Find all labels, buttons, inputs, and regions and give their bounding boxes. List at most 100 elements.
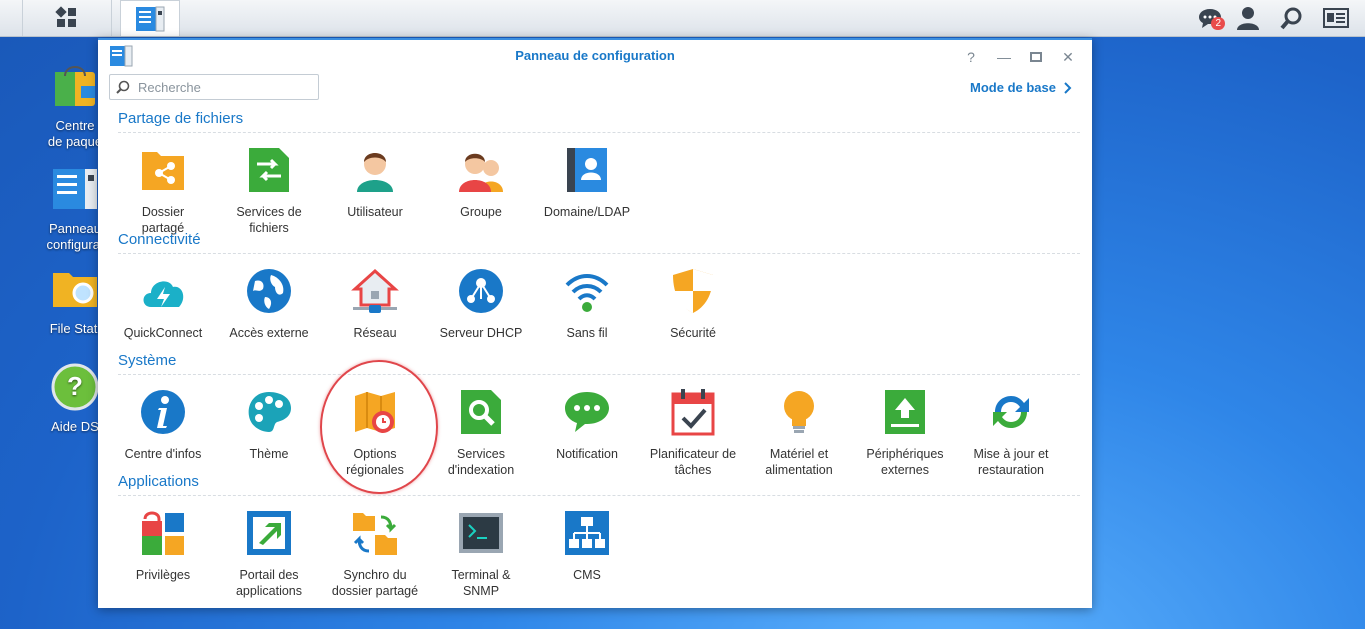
item-label: Matériel et [769, 447, 829, 461]
user-icon [1237, 7, 1259, 30]
search-input[interactable] [136, 78, 310, 96]
window-titlebar[interactable]: Panneau de configuration ? — ✕ [98, 40, 1092, 74]
address-book-icon [567, 148, 607, 192]
divider [118, 374, 1080, 375]
item-user[interactable]: Utilisateur [325, 146, 425, 220]
minimize-button[interactable]: — [993, 46, 1015, 68]
item-info-center[interactable]: Centre d'infos [113, 388, 213, 462]
divider [118, 495, 1080, 496]
id-card-icon [1323, 8, 1349, 28]
item-indexing-service[interactable]: Services d'indexation [431, 388, 531, 478]
help-icon: ? [51, 363, 99, 411]
item-wireless[interactable]: Sans fil [537, 267, 637, 341]
item-label: Terminal & [451, 568, 511, 582]
terminal-icon [459, 513, 503, 553]
item-label: Réseau [353, 326, 397, 340]
section-title-file-sharing: Partage de fichiers [118, 110, 244, 127]
item-task-scheduler[interactable]: Planificateur de tâches [643, 388, 743, 478]
cms-hierarchy-icon [565, 511, 609, 555]
item-shared-folder-sync[interactable]: Synchro du dossier partagé [325, 509, 425, 599]
search-button[interactable] [1274, 0, 1310, 36]
item-theme[interactable]: Thème [219, 388, 319, 462]
item-label: SNMP [462, 584, 500, 598]
item-label: Mise à jour et [973, 447, 1049, 461]
item-group[interactable]: Groupe [431, 146, 531, 220]
help-button[interactable]: ? [960, 46, 982, 68]
item-label: Domaine/LDAP [543, 205, 631, 219]
privileges-icon [142, 511, 184, 555]
item-label: restauration [977, 463, 1044, 477]
item-external-devices[interactable]: Périphériques externes [855, 388, 955, 478]
item-label: Centre d'infos [124, 447, 202, 461]
basic-mode-link[interactable]: Mode de base [970, 80, 1072, 95]
item-quickconnect[interactable]: QuickConnect [113, 267, 213, 341]
item-network[interactable]: Réseau [325, 267, 425, 341]
main-menu-button[interactable] [22, 0, 112, 36]
search-icon [1280, 7, 1302, 30]
minimize-icon: — [997, 49, 1011, 65]
item-label: d'indexation [447, 463, 515, 477]
item-label: Serveur DHCP [439, 326, 523, 340]
item-label: Périphériques [866, 447, 944, 461]
item-label: Portail des [239, 568, 299, 582]
item-dhcp-server[interactable]: Serveur DHCP [431, 267, 531, 341]
item-label: applications [235, 584, 302, 598]
item-label: Groupe [460, 205, 502, 219]
notifications-button[interactable]: 2 [1192, 0, 1228, 36]
item-label: Thème [249, 447, 289, 461]
file-services-icon [249, 148, 289, 192]
question-icon: ? [967, 49, 975, 65]
item-external-access[interactable]: Accès externe [219, 267, 319, 341]
user-icon [357, 153, 393, 192]
close-icon: ✕ [1062, 48, 1074, 65]
dhcp-icon [459, 269, 503, 313]
divider [118, 132, 1080, 133]
item-file-services[interactable]: Services de fichiers [219, 146, 319, 236]
highlight-circle [320, 360, 438, 494]
item-label: Sans fil [566, 326, 608, 340]
item-application-portal[interactable]: Portail des applications [219, 509, 319, 599]
lightbulb-icon [784, 391, 814, 433]
speech-bubble-icon [565, 392, 609, 432]
item-update-restore[interactable]: Mise à jour et restauration [961, 388, 1061, 478]
item-label: Sécurité [670, 326, 716, 340]
item-security[interactable]: Sécurité [643, 267, 743, 341]
search-icon [116, 80, 130, 94]
refresh-icon [993, 396, 1029, 428]
item-hardware-power[interactable]: Matériel et alimentation [749, 388, 849, 478]
taskbar-control-panel-button[interactable] [120, 0, 180, 36]
wifi-icon [565, 274, 609, 312]
item-domain-ldap[interactable]: Domaine/LDAP [537, 146, 637, 220]
document-search-icon [461, 390, 501, 434]
search-box[interactable] [109, 74, 319, 100]
svg-text:?: ? [67, 371, 83, 401]
item-cms[interactable]: CMS [537, 509, 637, 583]
info-icon [141, 390, 185, 434]
item-label: Planificateur de [649, 447, 737, 461]
maximize-button[interactable] [1025, 46, 1047, 68]
item-label: Synchro du [343, 568, 407, 582]
user-button[interactable] [1230, 0, 1266, 36]
item-label: Dossier [141, 205, 185, 219]
home-network-icon [351, 268, 399, 313]
item-notification[interactable]: Notification [537, 388, 637, 462]
section-title-system: Système [118, 352, 177, 369]
group-icon [459, 153, 503, 192]
folder-search-icon [53, 273, 97, 307]
shield-icon [673, 269, 713, 313]
item-label: Utilisateur [347, 205, 403, 219]
shopping-bag-icon [55, 66, 95, 106]
control-panel-window: Panneau de configuration ? — ✕ Mode de b… [98, 38, 1092, 608]
notification-badge: 2 [1211, 17, 1225, 30]
section-title-applications: Applications [118, 473, 199, 490]
item-label: Notification [556, 447, 618, 461]
basic-mode-label: Mode de base [970, 80, 1056, 95]
widgets-button[interactable] [1318, 0, 1354, 36]
item-shared-folder[interactable]: Dossier partagé [113, 146, 213, 236]
item-terminal-snmp[interactable]: Terminal & SNMP [431, 509, 531, 599]
item-label: dossier partagé [331, 584, 419, 598]
item-privileges[interactable]: Privilèges [113, 509, 213, 583]
close-button[interactable]: ✕ [1057, 46, 1079, 68]
window-title: Panneau de configuration [515, 48, 675, 63]
calendar-check-icon [671, 389, 715, 436]
